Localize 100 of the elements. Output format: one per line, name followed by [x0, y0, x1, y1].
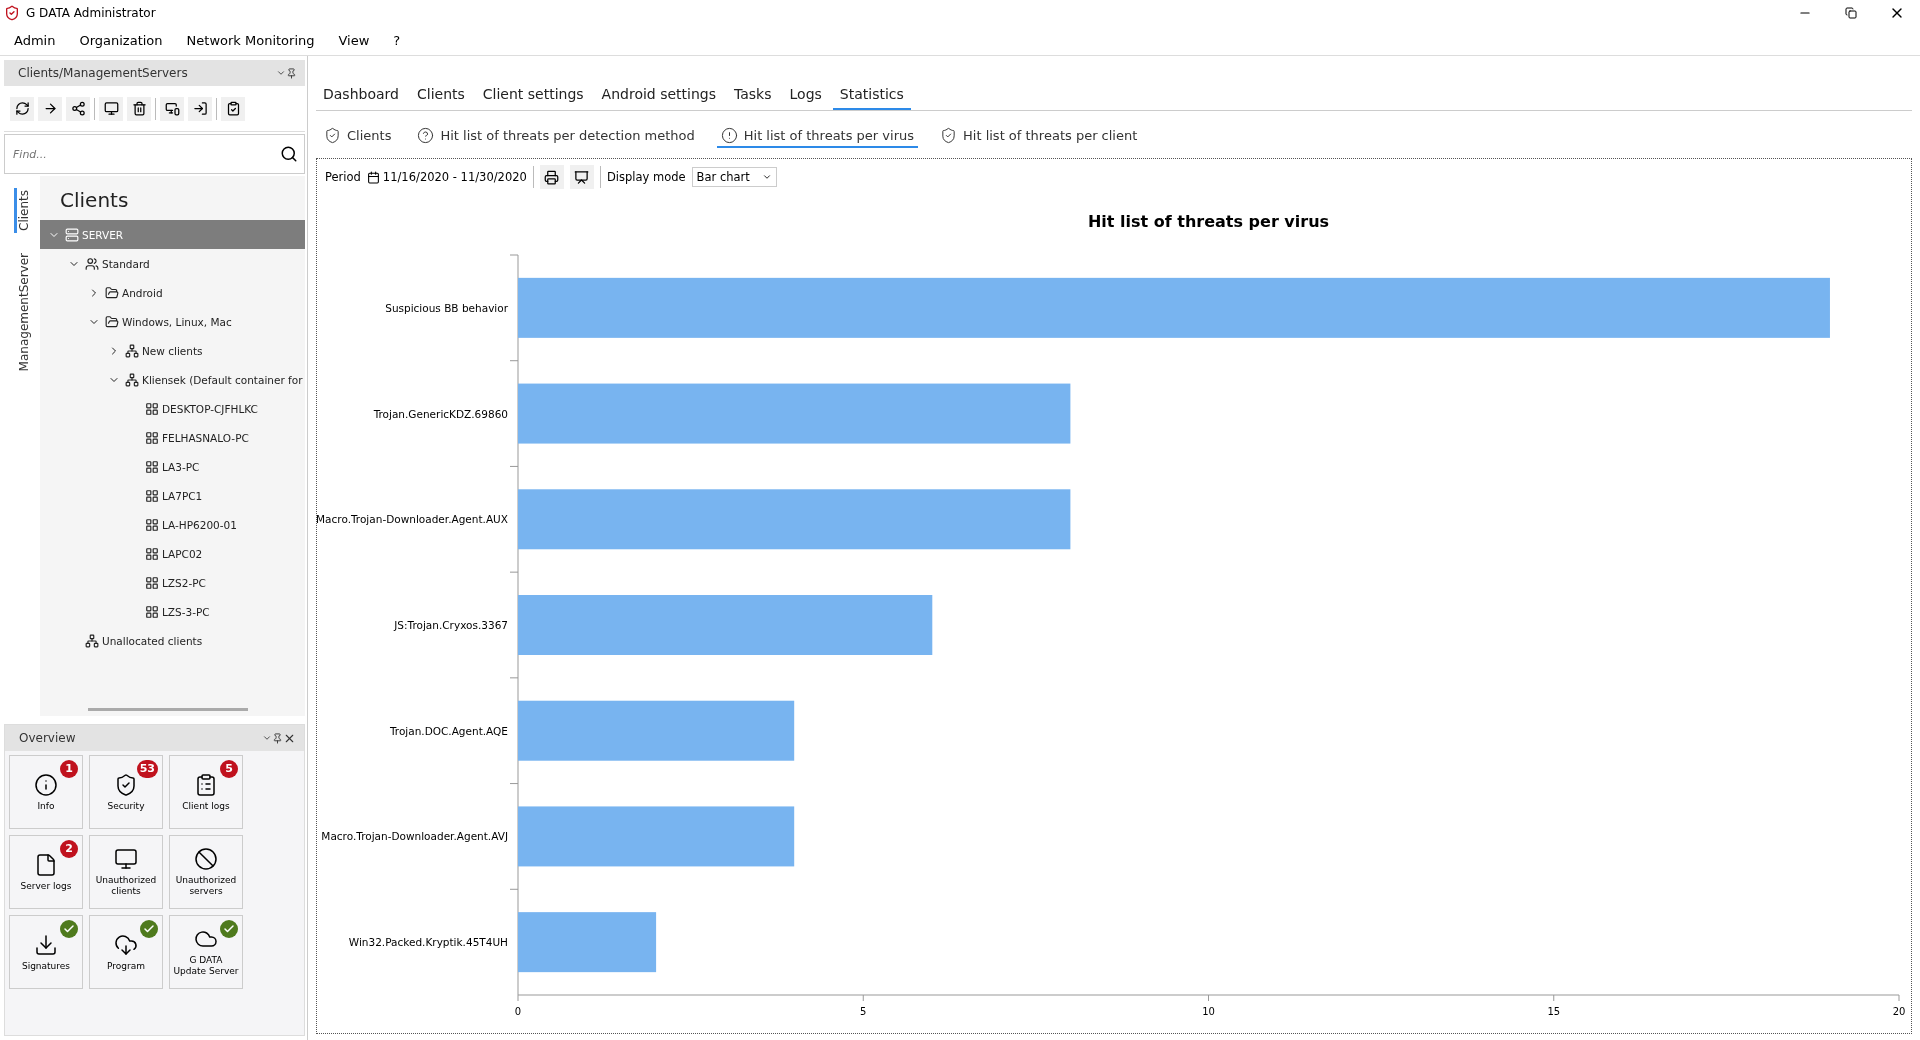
x-tick-label: 15	[1547, 1006, 1561, 1017]
tab[interactable]: Android settings	[594, 82, 723, 110]
period-field[interactable]: 11/16/2020 - 11/30/2020	[366, 170, 527, 184]
sub-tab[interactable]: Hit list of threats per detection method	[413, 125, 699, 148]
sub-tab[interactable]: Hit list of threats per client	[936, 125, 1142, 148]
category-label: Trojan.GenericKDZ.69860	[373, 407, 508, 420]
sub-tab[interactable]: Clients	[320, 125, 396, 148]
tree-item[interactable]: LA-HP6200-01	[40, 510, 305, 539]
nodes-icon	[70, 101, 86, 116]
app-logo-icon	[4, 5, 20, 21]
tree-item[interactable]: Kliensek (Default container for	[40, 365, 305, 394]
shield-icon	[324, 127, 341, 144]
client-icon	[145, 488, 159, 503]
monitor-icon	[103, 101, 119, 116]
clipboard-check-button[interactable]	[221, 96, 245, 121]
tree-item[interactable]: LA7PC1	[40, 481, 305, 510]
delete-button[interactable]	[127, 96, 151, 121]
shield-check-icon	[114, 772, 138, 797]
arrow-into-box-icon	[192, 101, 208, 116]
refresh-button[interactable]	[10, 96, 34, 121]
panel-title: Clients/ManagementServers	[18, 66, 189, 80]
period-label: Period	[325, 170, 361, 184]
devices-button[interactable]	[160, 96, 184, 121]
menu-item[interactable]: Admin	[4, 29, 66, 52]
search-icon[interactable]	[280, 145, 298, 163]
tab[interactable]: Logs	[782, 82, 829, 110]
download-icon	[34, 932, 58, 957]
tree-item[interactable]: Android	[40, 278, 305, 307]
tab[interactable]: Tasks	[727, 82, 779, 110]
shield-icon	[940, 127, 957, 144]
sub-tab[interactable]: Hit list of threats per virus	[716, 125, 918, 148]
tab[interactable]: Dashboard	[316, 82, 406, 110]
overview-tile[interactable]: Unauthorized servers	[169, 835, 243, 909]
folder-icon	[105, 314, 119, 329]
printer-icon	[544, 169, 560, 185]
overview-tile[interactable]: Info 1	[9, 755, 83, 829]
category-label: Suspicious BB behavior	[385, 301, 508, 314]
dropdown-icon[interactable]	[276, 68, 286, 78]
client-icon	[145, 517, 159, 532]
count-badge: 53	[136, 760, 158, 778]
overview-tile[interactable]: G DATA Update Server	[169, 915, 243, 989]
overview-tile[interactable]: Signatures	[9, 915, 83, 989]
tab[interactable]: Clients	[409, 82, 472, 110]
menu-item[interactable]: View	[328, 29, 380, 52]
presentation-icon	[574, 169, 590, 185]
search-field[interactable]: Find...	[4, 134, 305, 174]
tree-item[interactable]: Standard	[40, 249, 305, 278]
tree-item[interactable]: New clients	[40, 336, 305, 365]
overview-tile[interactable]: Security 53	[89, 755, 163, 829]
folder-icon	[105, 285, 119, 300]
display-mode-label: Display mode	[606, 170, 686, 184]
menu-item[interactable]: Organization	[69, 29, 173, 52]
tree-item[interactable]: LA3-PC	[40, 452, 305, 481]
pin-icon[interactable]	[286, 67, 297, 79]
client-icon	[145, 575, 159, 590]
tree-item[interactable]: Unallocated clients	[40, 626, 305, 655]
arrow-button[interactable]	[38, 96, 62, 121]
tree-item[interactable]: LAPC02	[40, 539, 305, 568]
category-label: JS:Trojan.Cryxos.3367	[394, 619, 508, 631]
tree-item[interactable]: DESKTOP-CJFHLKC	[40, 394, 305, 423]
monitor-button[interactable]	[99, 96, 123, 121]
overview-tile[interactable]: Client logs 5	[169, 755, 243, 829]
prohibited-icon	[194, 847, 218, 872]
tree-item[interactable]: SERVER	[40, 220, 305, 249]
client-icon	[145, 604, 159, 619]
trash-icon	[131, 101, 147, 116]
menu-item[interactable]: ?	[383, 29, 411, 52]
display-mode-select[interactable]: Bar chart	[691, 167, 777, 187]
tree-item[interactable]: LZS-3-PC	[40, 597, 305, 626]
client-icon	[145, 546, 159, 561]
client-icon	[145, 430, 159, 445]
side-tab[interactable]: Clients	[13, 188, 31, 233]
tab[interactable]: Client settings	[475, 82, 591, 110]
print-button[interactable]	[539, 165, 564, 189]
overview-tile[interactable]: Server logs 2	[9, 835, 83, 909]
network-button[interactable]	[66, 96, 90, 121]
caret-icon	[761, 172, 772, 182]
dropdown-icon[interactable]	[262, 733, 272, 743]
cloud-download-icon	[114, 932, 138, 957]
scrollbar-thumb[interactable]	[88, 707, 248, 711]
category-label: Win32.Packed.Kryptik.45T4UH	[348, 936, 508, 949]
tab[interactable]: Statistics	[832, 82, 911, 110]
presentation-button[interactable]	[569, 165, 594, 189]
overview-tile[interactable]: Program	[89, 915, 163, 989]
overview-tile[interactable]: Unauthorized clients	[89, 835, 163, 909]
pin-icon[interactable]	[272, 732, 283, 744]
tree-item[interactable]: LZS2-PC	[40, 568, 305, 597]
x-tick-label: 10	[1202, 1006, 1215, 1017]
category-label: Macro.Trojan-Downloader.Agent.AVJ	[321, 830, 508, 843]
count-badge: 5	[220, 760, 238, 778]
search-input[interactable]: Find...	[11, 135, 280, 173]
side-tab[interactable]: ManagementServer	[13, 251, 31, 374]
monitor-icon	[114, 847, 138, 872]
menu-item[interactable]: Network Monitoring	[176, 29, 325, 52]
tree-item[interactable]: FELHASNALO-PC	[40, 423, 305, 452]
tree-item[interactable]: Windows, Linux, Mac	[40, 307, 305, 336]
arrow-right-icon	[42, 101, 58, 116]
client-icon	[145, 459, 159, 474]
login-button[interactable]	[188, 96, 212, 121]
server-icon	[65, 227, 79, 242]
